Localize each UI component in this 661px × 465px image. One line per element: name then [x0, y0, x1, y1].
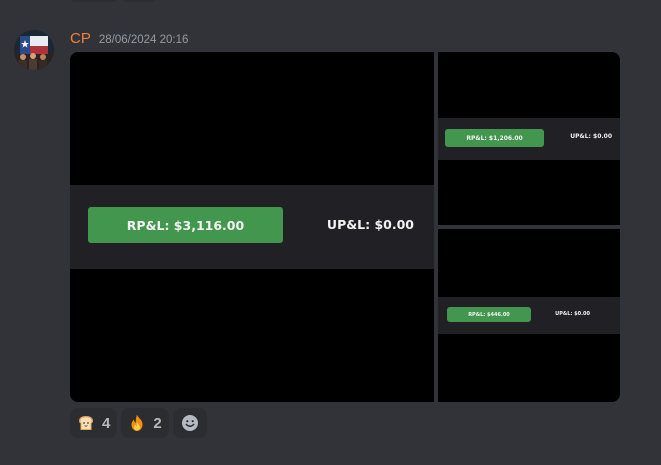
realized-pnl-badge: RP&L: $3,116.00 — [88, 207, 283, 243]
pnl-band: RP&L: $1,206.00 UP&L: $0.00 — [438, 118, 620, 160]
reaction-count: 4 — [102, 414, 111, 432]
pnl-band: RP&L: $446.00 UP&L: $0.00 — [438, 297, 620, 334]
image-attachment-2[interactable]: RP&L: $1,206.00 UP&L: $0.00 — [438, 52, 620, 225]
avatar[interactable] — [14, 30, 54, 70]
image-attachment-3[interactable]: RP&L: $446.00 UP&L: $0.00 — [438, 229, 620, 402]
image-attachment-1[interactable]: RP&L: $3,116.00 UP&L: $0.00 — [70, 52, 434, 402]
reaction-bar: 4 2 — [70, 408, 207, 438]
unrealized-pnl-label: UP&L: $0.00 — [555, 311, 590, 317]
reaction-count: 2 — [153, 414, 162, 432]
unrealized-pnl-label: UP&L: $0.00 — [570, 133, 612, 140]
previous-message-reaction[interactable] — [122, 0, 156, 2]
pnl-band: RP&L: $3,116.00 UP&L: $0.00 — [70, 185, 434, 269]
fire-emoji-icon — [131, 414, 143, 431]
message-header: CP 28/06/2024 20:16 — [70, 30, 188, 48]
realized-pnl-badge: RP&L: $1,206.00 — [445, 129, 544, 147]
reaction-bread[interactable]: 4 — [70, 408, 118, 438]
texas-flag-group-avatar-icon — [14, 30, 54, 70]
unrealized-pnl-label: UP&L: $0.00 — [326, 217, 414, 232]
smiley-add-reaction-icon — [181, 415, 198, 431]
bread-emoji-icon — [79, 416, 93, 430]
username[interactable]: CP — [70, 30, 91, 47]
add-reaction-button[interactable] — [172, 408, 207, 438]
previous-message-reaction[interactable] — [70, 0, 118, 2]
reaction-fire[interactable]: 2 — [121, 408, 169, 438]
chat-page: CP 28/06/2024 20:16 RP&L: $3,116.00 UP&L… — [0, 0, 661, 465]
realized-pnl-badge: RP&L: $446.00 — [447, 307, 531, 322]
timestamp[interactable]: 28/06/2024 20:16 — [99, 34, 189, 46]
